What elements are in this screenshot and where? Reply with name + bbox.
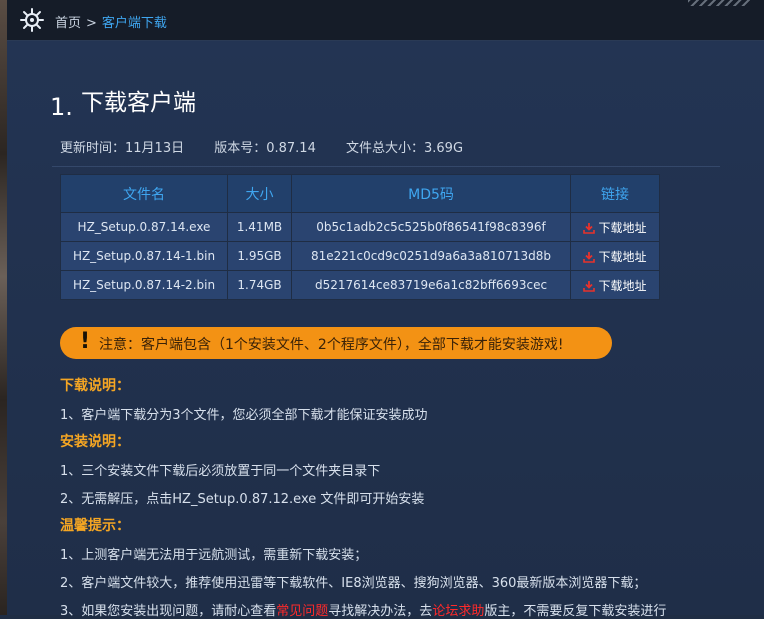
file-meta-info: 更新时间：11月13日 版本号：0.87.14 文件总大小：3.69G [60,137,489,156]
download-link-label: 下载地址 [598,249,647,264]
version-number: 版本号：0.87.14 [214,141,316,156]
header-md5: MD5码 [291,174,571,213]
download-files-table: 文件名 大小 MD5码 链接 HZ_Setup.0.87.14.exe 1.41… [60,174,660,300]
exclamation-icon: ! [80,329,91,354]
cell-filename: HZ_Setup.0.87.14-1.bin [60,241,228,271]
download-link[interactable]: 下载地址 [583,220,647,235]
table-header-row: 文件名 大小 MD5码 链接 [60,174,660,213]
faq-link[interactable]: 常见问题 [276,604,328,619]
notice-text: 注意：客户端包含（1个安装文件、2个程序文件），全部下载才能安装游戏! [99,337,564,353]
install-note-item: 2、无需解压，点击HZ_Setup.0.87.12.exe 文件即可开始安装 [60,492,425,507]
breadcrumb: 首页 > 客户端下载 [55,12,167,31]
breadcrumb-separator: > [86,16,97,31]
cell-filename: HZ_Setup.0.87.14-2.bin [60,270,228,300]
tip-text: 3、如果您安装出现问题，请耐心查看 [60,604,277,619]
header-filename: 文件名 [60,174,228,213]
cell-link: 下载地址 [570,212,660,242]
tip-text: 寻找解决办法，去 [328,604,433,619]
download-notes-title: 下载说明： [60,378,130,394]
cell-filename: HZ_Setup.0.87.14.exe [60,212,228,242]
breadcrumb-current[interactable]: 客户端下载 [102,16,167,31]
download-link-label: 下载地址 [598,278,647,293]
tip-text: 版主，不需要反复下载安装进行 [484,604,667,619]
breadcrumb-home-link[interactable]: 首页 [55,16,81,31]
header-size: 大小 [227,174,292,213]
cell-md5: d5217614ce83719e6a1c82bff6693cec [291,270,571,300]
download-icon [583,280,596,292]
table-row: HZ_Setup.0.87.14-2.bin 1.74GB d5217614ce… [60,270,660,300]
cell-size: 1.95GB [227,241,292,271]
top-navigation-bar: 首页 > 客户端下载 [7,0,764,41]
tip-item: 2、客户端文件较大，推荐使用迅雷等下载软件、IE8浏览器、搜狗浏览器、360最新… [60,576,647,591]
header-link: 链接 [570,174,660,213]
install-note-item: 1、三个安装文件下载后必须放置于同一个文件夹目录下 [60,464,381,479]
download-link[interactable]: 下载地址 [583,249,647,264]
install-notes-title: 安装说明： [60,434,130,450]
decorative-stripes [688,0,750,6]
download-icon [583,251,596,263]
cell-link: 下载地址 [570,270,660,300]
download-note-item: 1、客户端下载分为3个文件，您必须全部下载才能保证安装成功 [60,408,428,423]
section-title: 下载客户端 [81,90,196,116]
notice-banner: ! 注意：客户端包含（1个安装文件、2个程序文件），全部下载才能安装游戏! [60,327,612,359]
divider [52,166,720,167]
section-number: 1. [50,93,73,121]
table-row: HZ_Setup.0.87.14-1.bin 1.95GB 81e221c0cd… [60,241,660,271]
cell-size: 1.41MB [227,212,292,242]
cell-md5: 0b5c1adb2c5c525b0f86541f98c8396f [291,212,571,242]
tips-title: 温馨提示： [60,518,130,534]
cell-size: 1.74GB [227,270,292,300]
cell-link: 下载地址 [570,241,660,271]
table-row: HZ_Setup.0.87.14.exe 1.41MB 0b5c1adb2c5c… [60,212,660,242]
cell-md5: 81e221c0cd9c0251d9a6a3a810713d8b [291,241,571,271]
update-time: 更新时间：11月13日 [60,141,185,156]
helm-logo-icon[interactable] [20,8,44,32]
total-file-size: 文件总大小：3.69G [346,141,464,156]
main-content-panel: 1. 下载客户端 更新时间：11月13日 版本号：0.87.14 文件总大小：3… [7,41,764,619]
download-link[interactable]: 下载地址 [583,278,647,293]
forum-help-link[interactable]: 论坛求助 [432,604,484,619]
tip-item: 3、如果您安装出现问题，请耐心查看常见问题寻找解决办法，去论坛求助版主，不需要反… [60,600,666,619]
tip-item: 1、上测客户端无法用于远航测试，需重新下载安装； [60,548,368,563]
download-icon [583,222,596,234]
download-link-label: 下载地址 [598,220,647,235]
left-background-strip [0,0,7,615]
